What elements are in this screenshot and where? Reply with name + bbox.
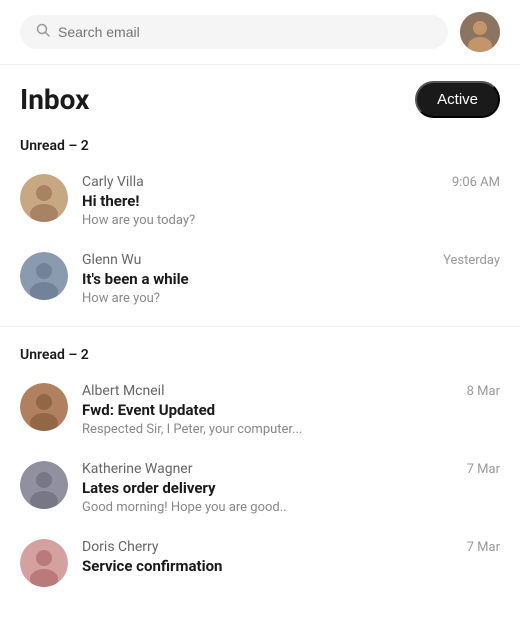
list-item[interactable]: Glenn Wu Yesterday It's been a while How ar… xyxy=(0,240,520,318)
avatar xyxy=(20,383,68,431)
message-preview: Good morning! Hope you are good.. xyxy=(82,500,500,515)
message-subject: It's been a while xyxy=(82,270,500,288)
message-time: 8 Mar xyxy=(467,384,500,399)
message-time: 7 Mar xyxy=(467,462,500,477)
avatar xyxy=(20,252,68,300)
message-content: Albert Mcneil 8 Mar Fwd: Event Updated Resp… xyxy=(82,383,500,437)
message-top: Carly Villa 9:06 AM xyxy=(82,174,500,190)
active-button[interactable]: Active xyxy=(415,81,500,118)
user-avatar[interactable] xyxy=(460,12,500,52)
message-subject: Lates order delivery xyxy=(82,479,500,497)
list-item[interactable]: Albert Mcneil 8 Mar Fwd: Event Updated Resp… xyxy=(0,371,520,449)
section-label-0: Unread – 2 xyxy=(0,126,520,162)
message-content: Doris Cherry 7 Mar Service confirmation xyxy=(82,539,500,578)
search-icon xyxy=(36,23,50,41)
header xyxy=(0,0,520,65)
message-top: Doris Cherry 7 Mar xyxy=(82,539,500,555)
message-subject: Fwd: Event Updated xyxy=(82,401,500,419)
sections-container: Unread – 2 Carly Villa 9:06 AM Hi there! Ho… xyxy=(0,126,520,599)
list-item[interactable]: Doris Cherry 7 Mar Service confirmation xyxy=(0,527,520,599)
message-preview: How are you today? xyxy=(82,213,500,228)
section-label-1: Unread – 2 xyxy=(0,335,520,371)
message-top: Katherine Wagner 7 Mar xyxy=(82,461,500,477)
message-preview: How are you? xyxy=(82,291,500,306)
message-subject: Service confirmation xyxy=(82,557,500,575)
message-content: Katherine Wagner 7 Mar Lates order deliver… xyxy=(82,461,500,515)
message-content: Glenn Wu Yesterday It's been a while How ar… xyxy=(82,252,500,306)
search-bar[interactable] xyxy=(20,15,448,49)
message-time: 7 Mar xyxy=(467,540,500,555)
message-time: Yesterday xyxy=(443,253,500,268)
divider xyxy=(0,326,520,327)
list-item[interactable]: Carly Villa 9:06 AM Hi there! How are you t… xyxy=(0,162,520,240)
sender-name: Doris Cherry xyxy=(82,539,159,555)
avatar xyxy=(20,461,68,509)
message-content: Carly Villa 9:06 AM Hi there! How are you t… xyxy=(82,174,500,228)
message-preview: Respected Sir, I Peter, your computer... xyxy=(82,422,500,437)
message-time: 9:06 AM xyxy=(452,175,500,190)
sender-name: Albert Mcneil xyxy=(82,383,164,399)
sender-name: Carly Villa xyxy=(82,174,144,190)
sender-name: Katherine Wagner xyxy=(82,461,192,477)
inbox-header: Inbox Active xyxy=(0,65,520,126)
page-title: Inbox xyxy=(20,83,89,116)
list-item[interactable]: Katherine Wagner 7 Mar Lates order deliver… xyxy=(0,449,520,527)
sender-name: Glenn Wu xyxy=(82,252,141,268)
message-top: Albert Mcneil 8 Mar xyxy=(82,383,500,399)
avatar xyxy=(20,539,68,587)
message-subject: Hi there! xyxy=(82,192,500,210)
avatar xyxy=(20,174,68,222)
message-top: Glenn Wu Yesterday xyxy=(82,252,500,268)
search-input[interactable] xyxy=(58,24,432,40)
